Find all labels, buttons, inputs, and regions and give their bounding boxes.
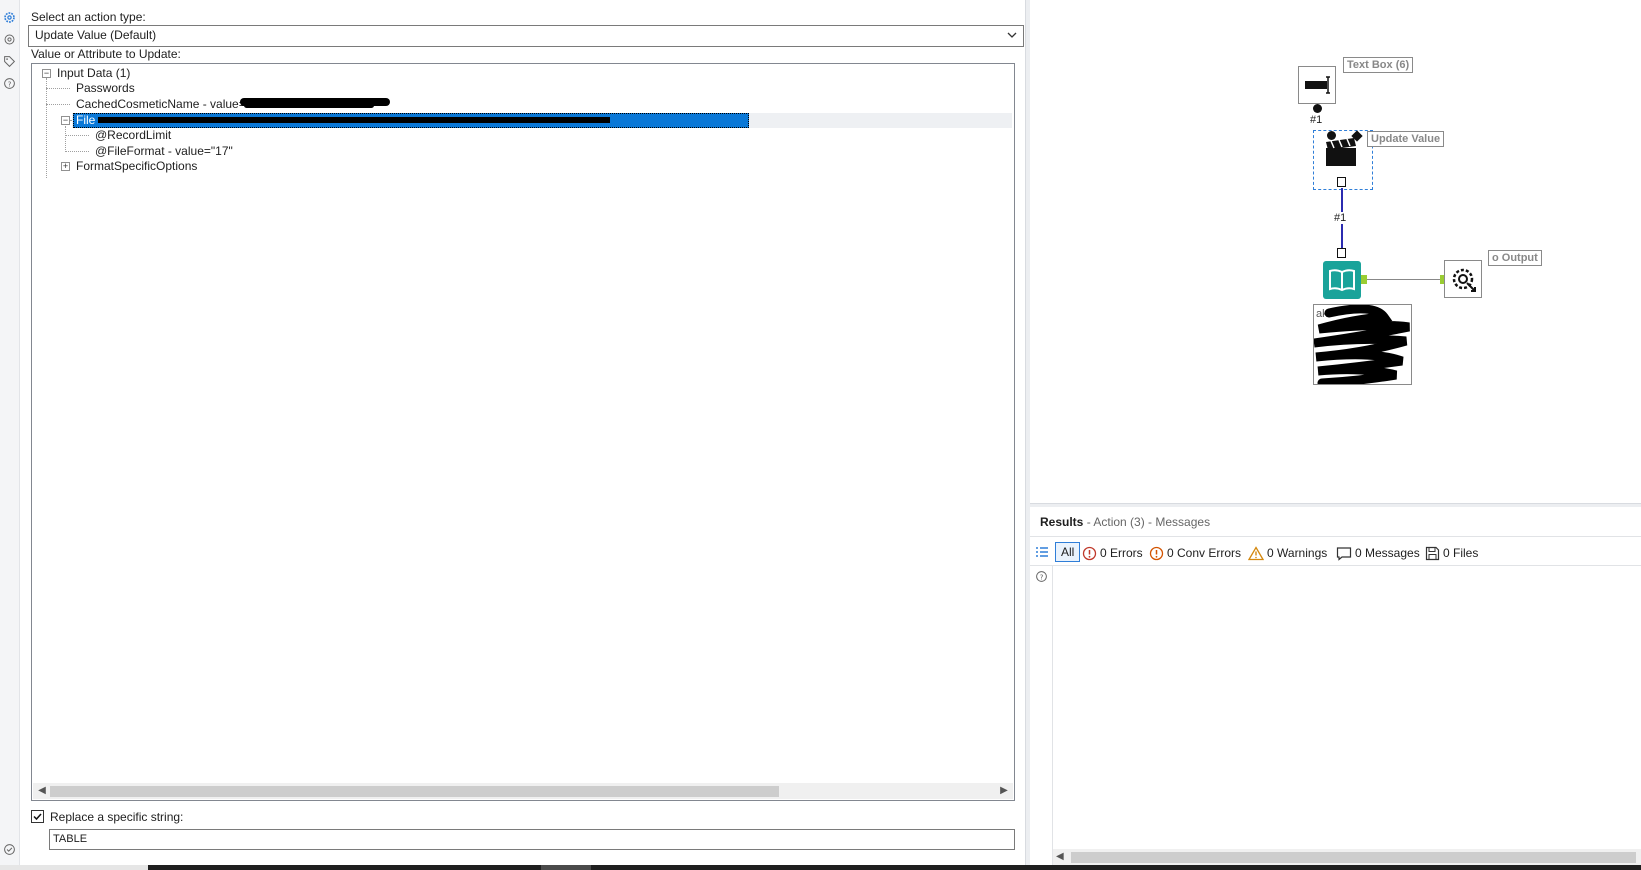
results-side-column: ? [1030, 566, 1053, 865]
action-type-value: Update Value (Default) [35, 28, 157, 42]
list-icon[interactable] [1035, 545, 1049, 562]
tree-collapse-root[interactable]: − [42, 69, 51, 78]
comment-box[interactable]: ak [1313, 304, 1412, 385]
results-title: Results [1040, 515, 1084, 529]
messages-count: 0 Messages [1355, 546, 1420, 560]
text-box-tool[interactable] [1298, 66, 1336, 104]
file-icon [1425, 546, 1440, 560]
gear-outline-icon[interactable] [2, 32, 16, 46]
filter-messages-button[interactable]: 0 Messages [1336, 544, 1420, 562]
tree-collapse-file[interactable]: − [61, 116, 70, 125]
config-icon-rail: ? [0, 0, 20, 865]
tree-node-cached-cosmetic-name[interactable]: CachedCosmeticName - value=" [76, 97, 250, 112]
tree-node-record-limit[interactable]: @RecordLimit [95, 128, 171, 143]
svg-text:?: ? [1040, 572, 1044, 581]
attribute-tree[interactable]: − Input Data (1) Passwords CachedCosmeti… [31, 63, 1015, 801]
scrollbar-thumb[interactable] [50, 786, 779, 797]
scrollbar-thumb[interactable] [1071, 852, 1636, 863]
filter-all-button[interactable]: All [1055, 542, 1081, 562]
filter-errors-button[interactable]: 0 Errors [1082, 544, 1143, 562]
results-toolbar: All 0 Errors 0 Conv Errors 0 Warnings 0 … [1030, 536, 1641, 566]
tree-node-input-data[interactable]: Input Data (1) [57, 66, 130, 81]
value-attribute-label: Value or Attribute to Update: [31, 47, 181, 61]
text-box-connection-label: #1 [1310, 114, 1323, 126]
action-connection-label: #1 [1333, 212, 1348, 224]
files-count: 0 Files [1443, 546, 1479, 560]
error-icon [1082, 546, 1097, 560]
text-box-annotation: Text Box (6) [1343, 57, 1414, 73]
tag-icon[interactable] [2, 54, 16, 68]
warning-icon [1248, 545, 1264, 560]
output-annotation: o Output [1488, 250, 1542, 266]
gear-icon[interactable] [2, 10, 16, 24]
filter-warnings-button[interactable]: 0 Warnings [1248, 544, 1327, 562]
question-anchor-icon [1313, 104, 1322, 113]
redaction-mark [98, 117, 610, 123]
scroll-left-arrow-icon[interactable]: ◀ [1056, 851, 1064, 862]
taskbar-strip [0, 865, 1641, 870]
replace-string-checkbox[interactable] [31, 810, 44, 823]
results-header: Results - Action (3) - Messages [1040, 515, 1210, 529]
tree-node-file-format[interactable]: @FileFormat - value="17" [95, 144, 233, 159]
redaction-scribble [1314, 305, 1410, 384]
taskbar-segment [0, 865, 148, 870]
configuration-panel: Select an action type: Update Value (Def… [20, 0, 1025, 865]
redaction-mark [244, 103, 374, 108]
action-type-label: Select an action type: [31, 10, 146, 24]
lightning-anchor-icon [1337, 177, 1346, 187]
replace-string-label: Replace a specific string: [50, 810, 184, 824]
results-panel: Results - Action (3) - Messages All 0 Er… [1030, 507, 1641, 865]
message-icon [1336, 546, 1352, 561]
filter-conv-errors-button[interactable]: 0 Conv Errors [1149, 544, 1241, 562]
action-type-select[interactable]: Update Value (Default) [28, 25, 1024, 47]
scroll-left-arrow-icon[interactable]: ◀ [36, 785, 48, 797]
tree-horizontal-scrollbar[interactable]: ◀ ▶ [33, 783, 1013, 799]
replace-string-input[interactable]: TABLE [49, 829, 1015, 850]
check-circle-icon[interactable] [2, 842, 16, 856]
results-horizontal-scrollbar[interactable]: ◀ [1053, 849, 1641, 865]
tree-expand-format-options[interactable]: + [61, 162, 70, 171]
help-icon[interactable]: ? [1035, 570, 1048, 586]
tree-node-file[interactable]: File [76, 113, 95, 128]
svg-text:?: ? [7, 79, 11, 88]
conv-error-icon [1149, 546, 1164, 560]
warnings-count: 0 Warnings [1267, 546, 1328, 560]
scroll-right-arrow-icon[interactable]: ▶ [998, 785, 1010, 797]
question-anchor-icon [1327, 131, 1336, 140]
taskbar-segment [541, 865, 591, 870]
cached-cosmetic-name-text: CachedCosmeticName - value=" [76, 97, 250, 111]
output-tool[interactable] [1444, 260, 1482, 298]
input-data-tool[interactable] [1323, 261, 1361, 299]
data-connector[interactable] [1367, 279, 1441, 280]
tree-node-format-specific-options[interactable]: FormatSpecificOptions [76, 159, 197, 174]
lightning-anchor-icon [1337, 248, 1346, 258]
action-annotation: Update Value [1367, 131, 1445, 147]
workflow-canvas[interactable]: Text Box (6) #1 Update Value #1 o Output… [1030, 0, 1641, 503]
tree-node-passwords[interactable]: Passwords [76, 81, 135, 96]
conv-errors-count: 0 Conv Errors [1167, 546, 1242, 560]
errors-count: 0 Errors [1100, 546, 1143, 560]
filter-files-button[interactable]: 0 Files [1425, 544, 1478, 562]
chevron-down-icon [1006, 29, 1018, 41]
help-icon[interactable]: ? [2, 76, 16, 90]
results-subtitle: - Action (3) - Messages [1086, 515, 1211, 529]
